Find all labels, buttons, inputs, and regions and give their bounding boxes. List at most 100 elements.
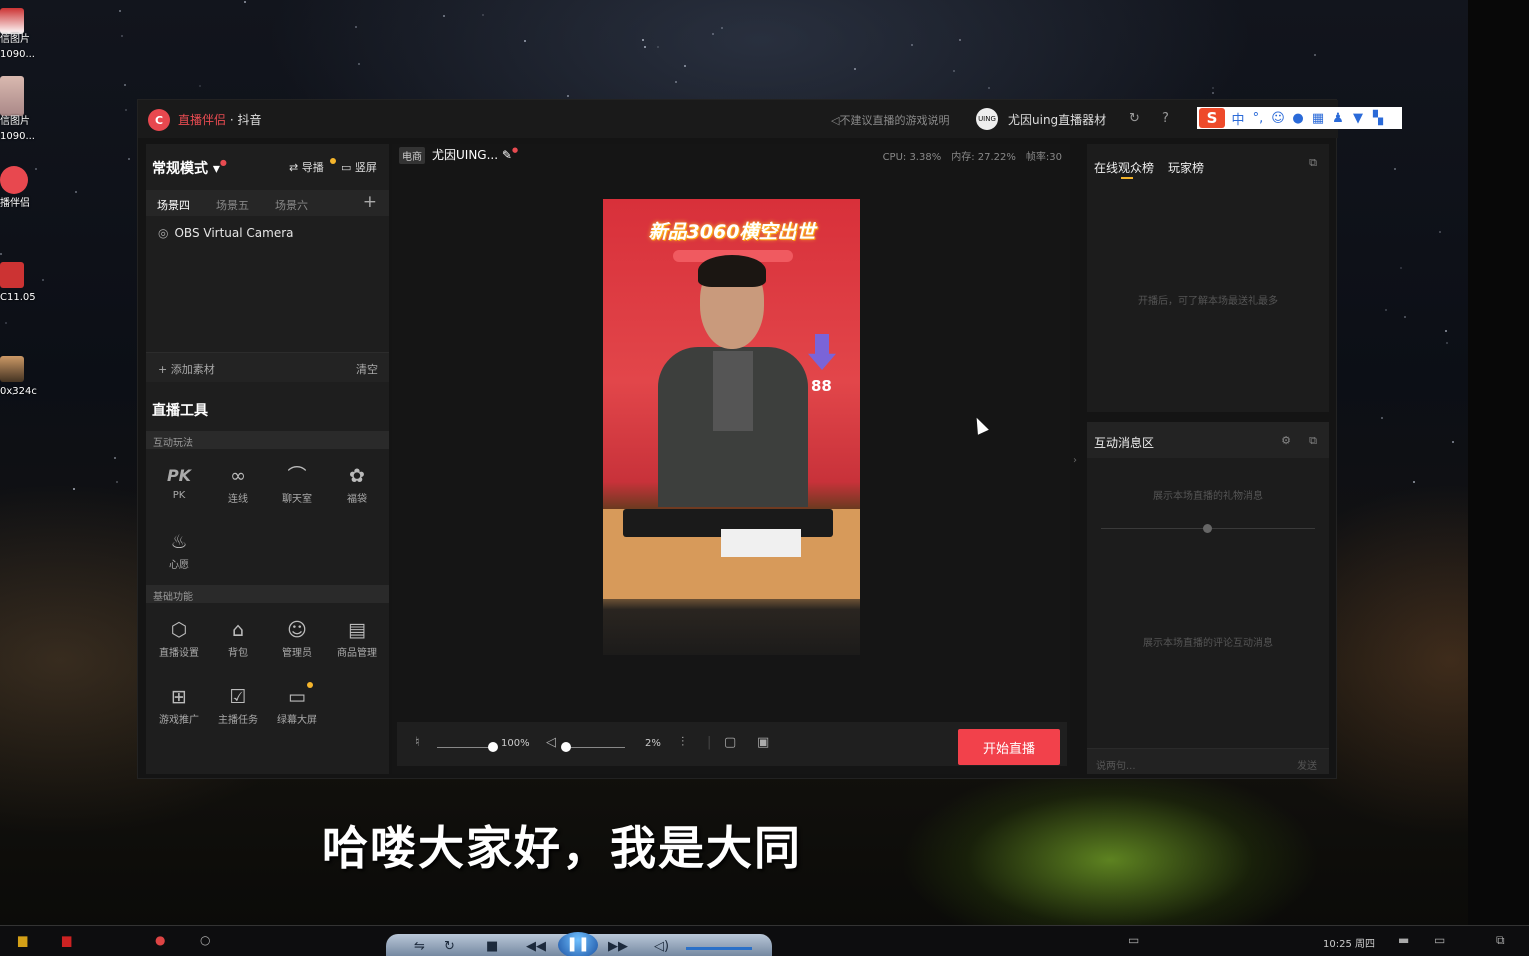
tool-wish[interactable]: ♨ 心愿: [149, 528, 209, 571]
tool-anchor-task[interactable]: ☑ 主播任务: [208, 683, 268, 726]
keyboard-icon[interactable]: ▦: [1311, 111, 1325, 126]
tray-icon[interactable]: ▬: [1398, 933, 1409, 947]
guide-button[interactable]: ⇄ 导播: [289, 159, 324, 175]
link-icon: ∞: [230, 465, 246, 487]
game-notice-link[interactable]: ◁不建议直播的游戏说明: [831, 112, 949, 128]
live-preview[interactable]: 新品3060横空出世 88: [603, 199, 860, 655]
split-handle[interactable]: [1203, 524, 1212, 533]
tool-chatroom[interactable]: ⌒ 聊天室: [267, 462, 327, 505]
chatroom-icon: ⌒: [287, 465, 307, 487]
pause-icon[interactable]: ❚❚: [558, 932, 598, 956]
speaker-volume-handle[interactable]: [561, 742, 572, 752]
grid-icon[interactable]: ▚: [1371, 111, 1385, 126]
tool-pk[interactable]: PK PK: [149, 462, 209, 501]
popout-icon[interactable]: ⧉: [1309, 156, 1317, 170]
player-volume-slider[interactable]: [686, 947, 752, 950]
tool-green-screen[interactable]: ▭ 绿幕大屏: [267, 683, 327, 726]
desktop-icon-file-c1105[interactable]: C11.05: [0, 262, 46, 305]
desktop-icon-label: 信图片 1090...: [0, 34, 35, 60]
emoji-icon[interactable]: ☺: [1271, 111, 1285, 126]
clear-button[interactable]: 清空: [356, 361, 378, 377]
desktop-icon-file-324c[interactable]: 0x324c: [0, 356, 46, 399]
star: [988, 87, 990, 89]
tool-admin[interactable]: ☺ 管理员: [267, 616, 327, 659]
tab-online-audience[interactable]: 在线观众榜: [1094, 159, 1154, 176]
tool-product-manage[interactable]: ▤ 商品管理: [327, 616, 387, 659]
taskbar-app-icon[interactable]: ▆: [62, 933, 71, 947]
popout-icon[interactable]: ⧉: [1309, 434, 1317, 448]
user-name[interactable]: 尤因uing直播器材: [1008, 111, 1106, 128]
taskbar-search-icon[interactable]: ○: [200, 933, 210, 947]
camera-icon[interactable]: ▣: [757, 735, 769, 750]
frame-rate: 帧率:30: [1025, 152, 1062, 163]
app-name: 直播伴侣: [178, 113, 227, 127]
source-label: OBS Virtual Camera: [174, 226, 294, 240]
next-icon[interactable]: ▶▶: [608, 939, 628, 954]
taskbar-app-icon[interactable]: ▆: [18, 933, 27, 947]
preview-price: 88: [811, 377, 832, 395]
collapse-arrow-icon[interactable]: ›: [1073, 455, 1077, 466]
speaker-icon[interactable]: ◁: [546, 735, 556, 750]
messages-header: 互动消息区 ⚙ ⧉: [1087, 422, 1329, 458]
punctuation-icon[interactable]: °,: [1251, 111, 1265, 126]
avatar[interactable]: UING: [976, 108, 998, 130]
tool-label: 背包: [228, 648, 248, 659]
desktop-icon-live-companion[interactable]: 播伴侣: [0, 166, 46, 211]
portrait-button[interactable]: ▭ 竖屏: [341, 159, 377, 175]
ime-toolbar[interactable]: S 中 °, ☺ ● ▦ ♟ ▼ ▚: [1197, 107, 1402, 129]
help-icon[interactable]: ?: [1162, 111, 1169, 126]
volume-icon[interactable]: ◁): [654, 939, 669, 954]
settings-icon: ⬡: [170, 619, 188, 641]
mic-volume-slider[interactable]: [437, 747, 493, 748]
channel-title[interactable]: 尤因UING... ✎●: [432, 146, 518, 163]
screen-record-icon[interactable]: ▢: [724, 735, 736, 750]
star: [443, 15, 445, 17]
chat-input-row: 说两句... 发送: [1087, 748, 1329, 774]
edit-icon[interactable]: ✎: [502, 148, 512, 162]
star: [1400, 267, 1402, 269]
ime-mode[interactable]: 中: [1231, 109, 1245, 128]
previous-icon[interactable]: ◀◀: [526, 939, 546, 954]
star: [125, 109, 127, 111]
add-material-button[interactable]: + 添加素材: [158, 361, 215, 377]
tray-icon[interactable]: ▭: [1128, 933, 1139, 947]
settings-icon[interactable]: ⚙: [1281, 434, 1291, 447]
refresh-icon[interactable]: ↻: [1129, 111, 1140, 126]
add-scene-button[interactable]: +: [363, 192, 377, 212]
star: [128, 158, 130, 160]
preview-host: [658, 255, 808, 519]
stop-icon[interactable]: ■: [486, 939, 498, 954]
star: [1439, 231, 1441, 233]
tab-player-rank[interactable]: 玩家榜: [1168, 159, 1204, 176]
tray-icon[interactable]: ▭: [1434, 933, 1445, 947]
online-hint: 开播后，可了解本场最送礼最多: [1138, 296, 1278, 307]
taskbar-app-icon[interactable]: ●: [155, 933, 165, 947]
tool-live-settings[interactable]: ⬡ 直播设置: [149, 616, 209, 659]
tool-game-promo[interactable]: ⊞ 游戏推广: [149, 683, 209, 726]
star: [114, 457, 116, 459]
desktop-icon-image-1[interactable]: 信图片 1090...: [0, 8, 46, 62]
desktop-icon-image-2[interactable]: 信图片 1090...: [0, 76, 46, 144]
repeat-icon[interactable]: ↻: [444, 939, 455, 954]
microphone-icon[interactable]: ●: [1291, 111, 1305, 126]
tool-backpack[interactable]: ⌂ 背包: [208, 616, 268, 659]
preview-banner: 新品3060横空出世: [648, 221, 816, 243]
chat-input[interactable]: 说两句...: [1096, 757, 1136, 772]
skin-icon[interactable]: ▼: [1351, 111, 1365, 126]
mic-volume-handle[interactable]: [488, 742, 498, 752]
user-icon[interactable]: ♟: [1331, 111, 1345, 126]
mode-selector[interactable]: 常规模式 ▾●: [152, 158, 227, 178]
start-live-button[interactable]: 开始直播: [958, 729, 1060, 765]
tab-scene-4[interactable]: 场景四: [157, 197, 190, 213]
tab-scene-6[interactable]: 场景六: [275, 197, 308, 213]
show-desktop-icon[interactable]: ⧉: [1496, 933, 1505, 948]
mixer-icon[interactable]: ⫶: [681, 735, 684, 750]
send-button[interactable]: 发送: [1297, 757, 1317, 772]
shuffle-icon[interactable]: ⇋: [414, 939, 425, 954]
tool-link[interactable]: ∞ 连线: [208, 462, 268, 505]
microphone-icon[interactable]: ♮: [415, 735, 420, 750]
tab-scene-5[interactable]: 场景五: [216, 197, 249, 213]
tool-lucky-bag[interactable]: ✿ 福袋: [327, 462, 387, 505]
speaker-volume-slider[interactable]: [565, 747, 625, 748]
source-item[interactable]: ◎ OBS Virtual Camera: [158, 226, 294, 240]
